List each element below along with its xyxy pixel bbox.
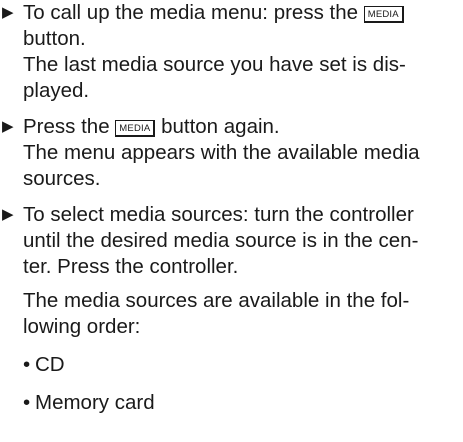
step-result-line: played. xyxy=(23,79,90,102)
step-instruction-line: ter. Press the controller. xyxy=(23,255,239,278)
list-item: • CD xyxy=(0,352,463,378)
step-instruction-line: until the desired media source is in the… xyxy=(23,229,419,252)
media-source-label: Memory card xyxy=(35,391,155,414)
list-item: • Memory card xyxy=(0,390,463,416)
step-text: Press the xyxy=(23,115,116,138)
step-arrow-icon: ▶ xyxy=(2,206,14,223)
media-source-label: CD xyxy=(35,353,65,376)
instruction-document: ▶ To call up the media menu: press the M… xyxy=(0,0,463,416)
step-call-up-media-menu: ▶ To call up the media menu: press the M… xyxy=(0,0,463,104)
step-result-line: sources. xyxy=(23,167,101,190)
bullet-icon: • xyxy=(23,391,31,414)
step-result-line: The last media source you have set is di… xyxy=(23,53,406,76)
step-text: To call up the media menu: press the xyxy=(23,1,364,24)
media-button-label: MEDIA xyxy=(115,120,156,137)
step-text-continued: button. xyxy=(23,27,86,50)
step-arrow-icon: ▶ xyxy=(2,4,14,21)
step-instruction: Press the MEDIA button again. xyxy=(23,114,463,140)
media-button-label: MEDIA xyxy=(363,6,404,23)
bullet-icon: • xyxy=(23,353,31,376)
step-result-line: The menu appears with the available medi… xyxy=(23,141,420,164)
media-source-list: • CD • Memory card xyxy=(0,352,463,416)
step-note-line: The media sources are available in the f… xyxy=(23,289,410,312)
step-arrow-icon: ▶ xyxy=(2,118,14,135)
step-select-media-sources: ▶ To select media sources: turn the cont… xyxy=(0,202,463,340)
step-text: button again. xyxy=(155,115,280,138)
step-instruction: To call up the media menu: press the MED… xyxy=(23,0,463,26)
step-press-media-again: ▶ Press the MEDIA button again. The menu… xyxy=(0,114,463,192)
step-instruction-line: To select media sources: turn the contro… xyxy=(23,203,414,226)
step-note-line: lowing order: xyxy=(23,315,141,338)
